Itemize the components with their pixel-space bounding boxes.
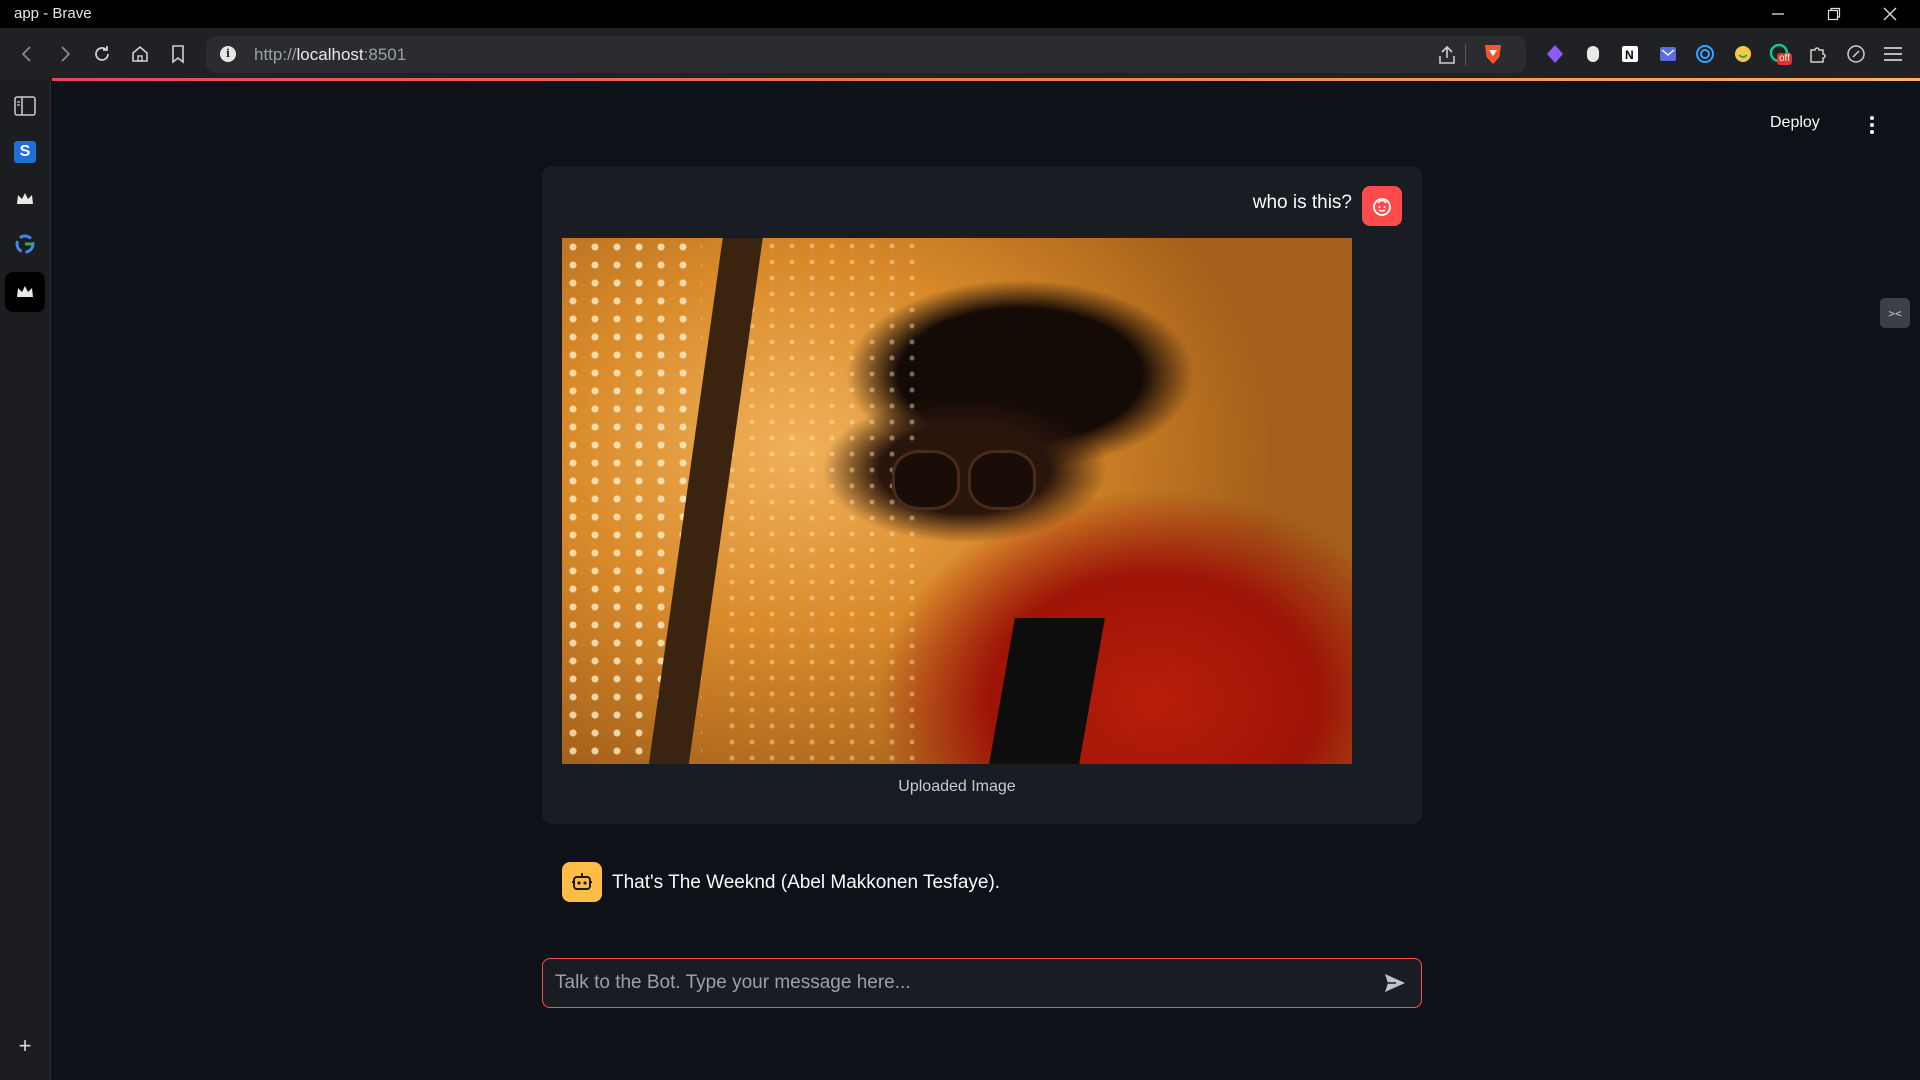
extension-target-button[interactable] [1692, 41, 1718, 67]
browser-sidebar: S + [0, 80, 51, 1080]
extension-gem-button[interactable] [1542, 41, 1568, 67]
browser-toolbar: i http://localhost:8501 N off [0, 28, 1920, 80]
robot-icon [572, 873, 592, 890]
url-text[interactable]: http://localhost:8501 [254, 45, 406, 65]
main-menu-button[interactable] [1862, 112, 1882, 138]
restore-button[interactable] [1806, 0, 1862, 28]
minimize-icon [1772, 13, 1784, 15]
uploaded-image [562, 238, 1352, 764]
notion-icon: N [1622, 46, 1638, 62]
back-arrow-icon [21, 46, 31, 62]
url-host: localhost [296, 45, 364, 64]
brave-lion-icon [1485, 45, 1501, 64]
forward-arrow-icon [61, 46, 71, 62]
svg-text:N: N [1625, 48, 1634, 62]
smiley-face-icon [1373, 198, 1391, 216]
close-window-button[interactable] [1862, 0, 1918, 28]
url-port: :8501 [363, 45, 407, 64]
kebab-dot-icon [1870, 123, 1874, 127]
sidebar-panel-icon [14, 96, 36, 116]
google-icon [15, 234, 35, 254]
hamburger-icon [1884, 47, 1902, 61]
chat-input[interactable] [553, 959, 1357, 1007]
deploy-button[interactable]: Deploy [1770, 114, 1820, 132]
user-chat-message: who is this? Uploaded Image [542, 166, 1422, 824]
share-icon [1439, 45, 1455, 64]
share-button[interactable] [1436, 44, 1458, 71]
assistant-message-text: That's The Weeknd (Abel Makkonen Tesfaye… [612, 872, 1001, 893]
reload-button[interactable] [89, 41, 115, 67]
extension-smile-button[interactable] [1730, 41, 1756, 67]
sidebar-item-s-app[interactable]: S [14, 141, 36, 163]
url-scheme: http:// [254, 45, 297, 64]
sidebar-add-button[interactable]: + [11, 1032, 39, 1060]
forward-button[interactable] [52, 41, 78, 67]
mouse-icon [1587, 46, 1599, 62]
window-titlebar: app - Brave [0, 0, 1920, 28]
site-info-icon[interactable]: i [220, 46, 236, 62]
close-icon [1883, 7, 1897, 21]
home-button[interactable] [127, 41, 153, 67]
send-icon [1385, 974, 1405, 992]
crown-icon [17, 286, 33, 297]
plus-icon: + [18, 1033, 32, 1058]
code-icon: >< [1888, 306, 1902, 320]
kebab-dot-icon [1870, 130, 1874, 134]
user-avatar [1362, 186, 1402, 226]
sidebar-item-crown-active[interactable] [5, 272, 45, 312]
extension-badge: off [1777, 53, 1792, 65]
back-button[interactable] [14, 41, 40, 67]
restore-icon [1827, 7, 1841, 21]
target-icon [1696, 45, 1714, 63]
sidebar-item-google[interactable] [11, 230, 39, 258]
streamlit-side-widget[interactable]: >< [1880, 298, 1910, 328]
address-bar[interactable]: i http://localhost:8501 [206, 36, 1526, 73]
sidebar-toggle-button[interactable] [11, 92, 39, 120]
page-load-progress-bar [52, 78, 1920, 81]
smile-icon [1735, 46, 1751, 62]
sidebar-item-crown-1[interactable] [11, 185, 39, 213]
crown-icon [17, 193, 33, 204]
minimize-button[interactable] [1750, 0, 1806, 28]
bot-avatar [562, 862, 602, 902]
gem-icon [1547, 45, 1563, 63]
extension-mail-button[interactable] [1655, 41, 1681, 67]
user-message-text: who is this? [1252, 192, 1352, 213]
leaf-icon [1847, 45, 1865, 63]
leo-button[interactable] [1843, 41, 1869, 67]
bookmark-button[interactable] [165, 41, 191, 67]
home-icon [132, 45, 148, 62]
bookmark-icon [172, 45, 184, 64]
reload-icon [95, 46, 109, 61]
puzzle-icon [1810, 47, 1826, 63]
mail-icon [1660, 47, 1676, 61]
brave-shields-button[interactable] [1482, 42, 1504, 71]
image-shirt [989, 618, 1105, 764]
extension-grammarly-button[interactable]: off [1767, 41, 1793, 67]
image-sunglasses [892, 450, 1042, 510]
window-title: app - Brave [14, 5, 92, 22]
chat-input-container [542, 958, 1422, 1008]
extension-mouse-button[interactable] [1580, 41, 1606, 67]
browser-menu-button[interactable] [1880, 41, 1906, 67]
url-divider [1465, 44, 1466, 66]
s-app-icon: S [19, 143, 31, 160]
extension-notion-button[interactable]: N [1617, 41, 1643, 67]
send-button[interactable] [1383, 971, 1407, 995]
kebab-dot-icon [1870, 116, 1874, 120]
image-caption: Uploaded Image [898, 778, 1016, 795]
assistant-chat-message: That's The Weeknd (Abel Makkonen Tesfaye… [542, 862, 1422, 904]
extensions-button[interactable] [1805, 41, 1831, 67]
